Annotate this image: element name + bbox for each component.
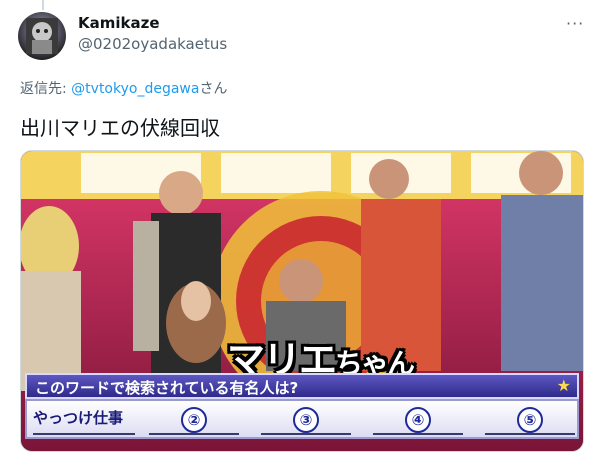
quiz-question-text: このワードで検索されている有名人は? [35, 379, 299, 397]
answer-slot-5: ⑤ [485, 407, 575, 435]
display-name[interactable]: Kamikaze [78, 14, 160, 32]
answer-slot-1: やっつけ仕事 [33, 407, 135, 435]
answer-4-number: ④ [405, 407, 431, 433]
answer-slot-2: ② [149, 407, 239, 435]
answer-2-number: ② [181, 407, 207, 433]
quiz-answer-row: やっつけ仕事 ② ③ ④ ⑤ [25, 399, 579, 439]
user-handle[interactable]: @0202oyadakaetus [78, 35, 227, 53]
answer-slot-4: ④ [373, 407, 463, 435]
answer-5-number: ⑤ [517, 407, 543, 433]
replying-to: 返信先: @tvtokyo_degawaさん [20, 78, 227, 98]
tweet-media-image[interactable]: マリエちゃん このワードで検索されている有名人は? ★ やっつけ仕事 ② ③ ④… [20, 150, 584, 452]
avatar[interactable] [18, 12, 66, 60]
more-options-icon[interactable]: ··· [566, 14, 584, 33]
quiz-question-bar: このワードで検索されている有名人は? ★ [25, 373, 579, 399]
answer-1-text: やっつけ仕事 [33, 409, 124, 427]
star-icon: ★ [556, 376, 571, 395]
answer-slot-3: ③ [261, 407, 351, 435]
thread-connector-line [42, 0, 44, 10]
replying-suffix: さん [199, 81, 228, 97]
reply-mention-link[interactable]: @tvtokyo_degawa [71, 81, 199, 97]
answer-3-number: ③ [293, 407, 319, 433]
tweet-text: 出川マリエの伏線回収 [20, 116, 220, 140]
replying-prefix: 返信先: [20, 81, 72, 97]
